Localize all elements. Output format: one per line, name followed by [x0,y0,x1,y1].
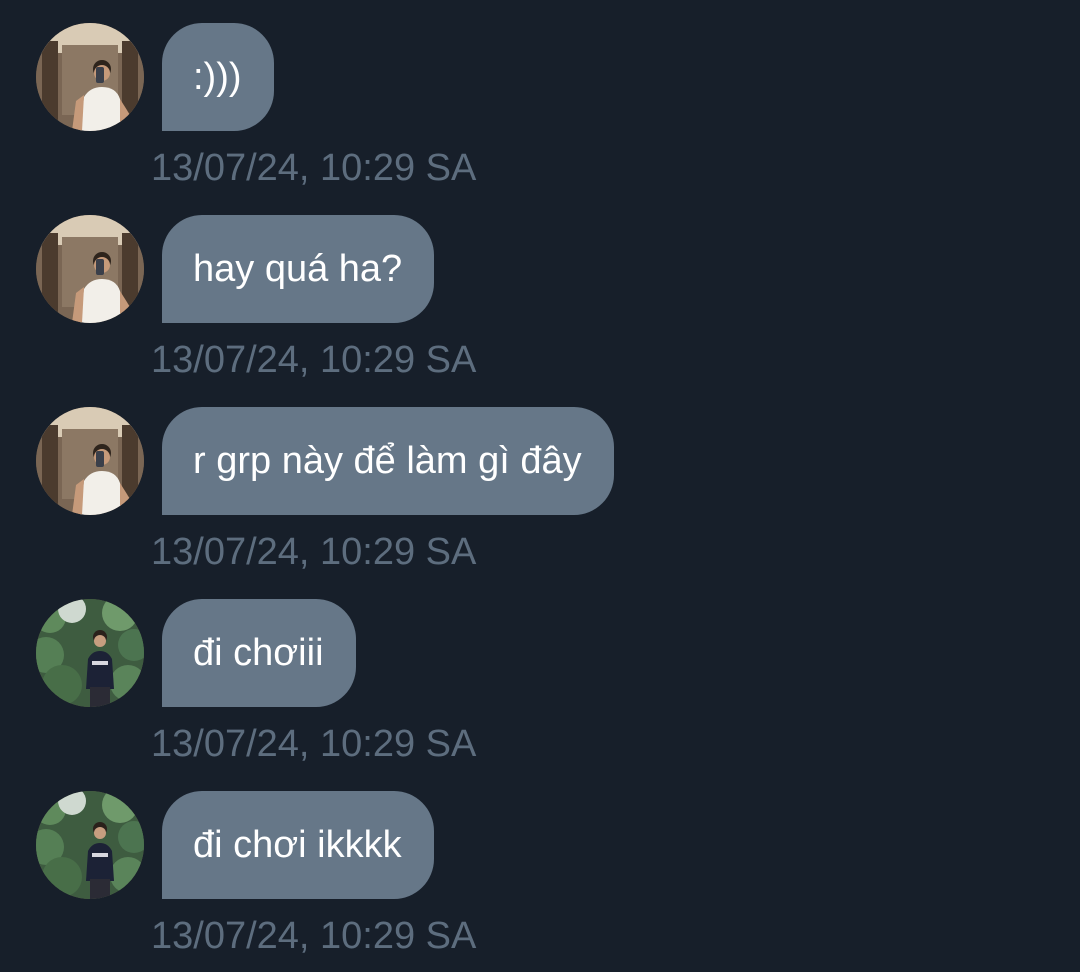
user-a-avatar[interactable] [36,215,144,323]
user-b-avatar[interactable] [36,791,144,899]
message-timestamp: 13/07/24, 10:29 SA [151,531,477,573]
message-thread: :))) 13/07/24, 10:29 SA hay quá ha? 13/0… [0,0,1080,972]
message-bubble[interactable]: đi chơiii [162,599,356,707]
message-row: đi chơiii 13/07/24, 10:29 SA [0,576,1080,768]
message-row: :))) 13/07/24, 10:29 SA [0,0,1080,192]
message-bubble[interactable]: r grp này để làm gì đây [162,407,614,515]
message-timestamp: 13/07/24, 10:29 SA [151,147,477,189]
message-timestamp: 13/07/24, 10:29 SA [151,723,477,765]
message-row: đi chơi ikkkk 13/07/24, 10:29 SA [0,768,1080,960]
message-timestamp: 13/07/24, 10:29 SA [151,915,477,957]
user-b-avatar[interactable] [36,599,144,707]
user-a-avatar[interactable] [36,23,144,131]
message-row: hay quá ha? 13/07/24, 10:29 SA [0,192,1080,384]
message-bubble[interactable]: đi chơi ikkkk [162,791,434,899]
message-bubble[interactable]: hay quá ha? [162,215,435,323]
message-timestamp: 13/07/24, 10:29 SA [151,339,477,381]
message-bubble[interactable]: :))) [162,23,274,131]
message-row: r grp này để làm gì đây 13/07/24, 10:29 … [0,384,1080,576]
user-a-avatar[interactable] [36,407,144,515]
